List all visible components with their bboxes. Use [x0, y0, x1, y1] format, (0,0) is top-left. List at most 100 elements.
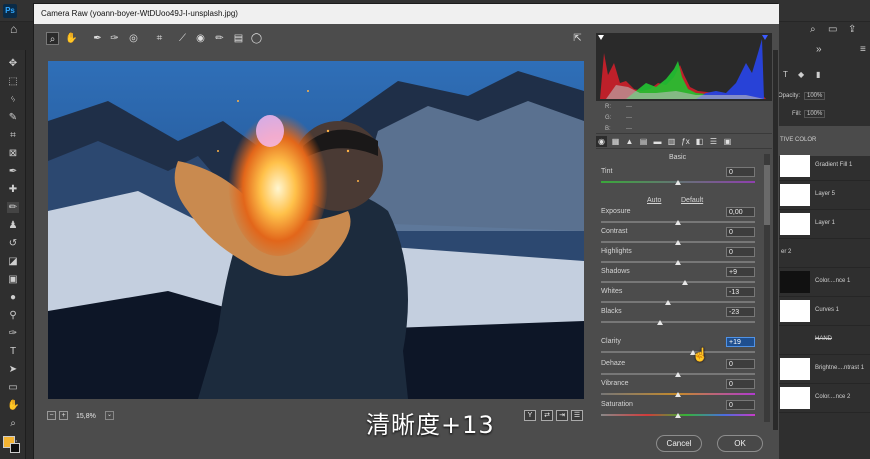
layer-row[interactable]: Layer 1 — [778, 210, 870, 239]
gradient-tool-icon[interactable]: ▣ — [7, 274, 19, 285]
contrast-value-field[interactable]: 0 — [726, 227, 755, 237]
type-tool-icon[interactable]: T — [7, 346, 19, 357]
red-eye-icon[interactable]: ◉ — [194, 32, 207, 45]
opacity-field[interactable]: 100% — [804, 92, 826, 100]
collapse-icon[interactable]: » — [816, 44, 822, 55]
export-icon[interactable]: ⇱ — [571, 32, 584, 45]
eraser-icon[interactable]: ◪ — [7, 256, 19, 267]
detail-tab-icon[interactable]: ▲ — [624, 136, 635, 147]
brush-tool-icon[interactable]: ✏ — [7, 202, 19, 213]
shadow-clip-indicator[interactable] — [598, 35, 604, 40]
home-icon[interactable]: ⌂ — [10, 22, 17, 36]
clone-stamp-icon[interactable]: ♟ — [7, 220, 19, 231]
layer-row[interactable]: Color....nce 2 — [778, 384, 870, 413]
lens-tab-icon[interactable]: ▥ — [666, 136, 677, 147]
saturation-value-field[interactable]: 0 — [726, 400, 755, 410]
hand-tool-icon[interactable]: ✋ — [7, 400, 19, 411]
dehaze-slider-thumb[interactable] — [675, 372, 681, 377]
background-color-swatch[interactable] — [10, 443, 20, 453]
copy-settings-icon[interactable]: ⇥ — [556, 410, 568, 421]
default-link[interactable]: Default — [681, 197, 703, 204]
zoom-out-button[interactable]: − — [47, 411, 56, 420]
lock-position-icon[interactable]: ▮ — [816, 70, 820, 79]
whites-slider-track[interactable] — [601, 301, 755, 303]
contrast-slider-thumb[interactable] — [675, 240, 681, 245]
lasso-tool-icon[interactable]: ᛃ — [7, 94, 19, 105]
layer-row[interactable]: HAND — [778, 326, 870, 355]
workspace-icon[interactable]: ▭ — [828, 24, 837, 35]
layer-row[interactable]: Curves 1 — [778, 297, 870, 326]
blacks-slider-track[interactable] — [601, 321, 755, 323]
before-after-toggle[interactable]: Y — [524, 410, 536, 421]
split-toning-tab-icon[interactable]: ▬ — [652, 136, 663, 147]
marquee-tool-icon[interactable]: ⬚ — [7, 76, 19, 87]
straighten-tool-icon[interactable]: ⟋ — [176, 32, 189, 45]
pen-tool-icon[interactable]: ✑ — [7, 328, 19, 339]
presets-tab-icon[interactable]: ☰ — [708, 136, 719, 147]
eyedropper-icon[interactable]: ✒ — [7, 166, 19, 177]
dodge-tool-icon[interactable]: ⚲ — [7, 310, 19, 321]
layer-row[interactable]: Brightne....ntrast 1 — [778, 355, 870, 384]
shadows-value-field[interactable]: +9 — [726, 267, 755, 277]
panel-scrollbar-thumb[interactable] — [764, 165, 770, 225]
frame-tool-icon[interactable]: ⊠ — [7, 148, 19, 159]
shadows-slider-track[interactable] — [601, 281, 755, 283]
clarity-value-field[interactable]: +19 — [726, 337, 755, 347]
clarity-slider-track[interactable] — [601, 351, 755, 353]
healing-brush-icon[interactable]: ✚ — [7, 184, 19, 195]
exposure-value-field[interactable]: 0,00 — [726, 207, 755, 217]
shadows-slider-thumb[interactable] — [681, 280, 688, 285]
tone-curve-tab-icon[interactable]: ▦ — [610, 136, 621, 147]
zoom-in-button[interactable]: + — [59, 411, 68, 420]
zoom-tool-icon[interactable]: ⌕ — [7, 418, 19, 429]
highlight-clip-indicator[interactable] — [762, 35, 768, 40]
blacks-value-field[interactable]: -23 — [726, 307, 755, 317]
dialog-titlebar[interactable]: Camera Raw (yoann-boyer-WtDUoo49J-I-unsp… — [34, 4, 779, 24]
quick-select-icon[interactable]: ✎ — [7, 112, 19, 123]
basic-tab-icon[interactable]: ◉ — [596, 136, 607, 147]
blacks-slider-thumb[interactable] — [657, 320, 664, 325]
view-settings-icon[interactable]: ☰ — [571, 410, 583, 421]
radial-filter-icon[interactable]: ◯ — [250, 32, 263, 45]
calibration-tab-icon[interactable]: ◧ — [694, 136, 705, 147]
saturation-slider-thumb[interactable] — [675, 413, 681, 418]
adjustment-brush-icon[interactable]: ✏ — [213, 32, 226, 45]
swap-settings-icon[interactable]: ⇄ — [541, 410, 553, 421]
panel-menu-icon[interactable]: ≡ — [860, 44, 866, 55]
exposure-slider-thumb[interactable] — [675, 220, 681, 225]
highlights-value-field[interactable]: 0 — [726, 247, 755, 257]
move-tool-icon[interactable]: ✥ — [7, 58, 19, 69]
photo-preview[interactable] — [48, 61, 584, 399]
auto-link[interactable]: Auto — [647, 197, 661, 204]
share-icon[interactable]: ⇪ — [848, 24, 856, 35]
document-scrollbar[interactable] — [773, 50, 778, 430]
crop-tool-icon[interactable]: ⌗ — [153, 32, 166, 45]
blur-tool-icon[interactable]: ● — [7, 292, 19, 303]
shape-tool-icon[interactable]: ▭ — [7, 382, 19, 393]
whites-value-field[interactable]: -13 — [726, 287, 755, 297]
effects-tab-icon[interactable]: ƒx — [680, 136, 691, 147]
tint-value-field[interactable]: 0 — [726, 167, 755, 177]
path-select-icon[interactable]: ➤ — [7, 364, 19, 375]
ok-button[interactable]: OK — [717, 435, 763, 452]
lock-pixels-icon[interactable]: ◆ — [798, 70, 804, 79]
highlights-slider-thumb[interactable] — [675, 260, 681, 265]
vibrance-value-field[interactable]: 0 — [726, 379, 755, 389]
layer-row[interactable]: er 2 — [778, 239, 870, 268]
vibrance-slider-thumb[interactable] — [675, 392, 681, 397]
lock-transparent-icon[interactable]: T — [783, 70, 788, 79]
fill-field[interactable]: 100% — [804, 110, 826, 118]
history-brush-icon[interactable]: ↺ — [7, 238, 19, 249]
white-balance-tool-icon[interactable]: ✒ — [91, 32, 104, 45]
layer-row[interactable]: Gradient Fill 1 — [778, 152, 870, 181]
zoom-dropdown[interactable]: ⌄ — [105, 411, 114, 420]
crop-tool-icon[interactable]: ⌗ — [7, 130, 19, 141]
color-sampler-icon[interactable]: ✑ — [108, 32, 121, 45]
targeted-adjustment-icon[interactable]: ◎ — [127, 32, 140, 45]
graduated-filter-icon[interactable]: ▤ — [232, 32, 245, 45]
whites-slider-thumb[interactable] — [664, 300, 671, 305]
hsl-tab-icon[interactable]: ▤ — [638, 136, 649, 147]
hand-tool-icon[interactable]: ✋ — [65, 32, 78, 45]
layer-row[interactable]: Color....nce 1 — [778, 268, 870, 297]
zoom-tool-icon[interactable]: ⌕ — [46, 32, 59, 45]
